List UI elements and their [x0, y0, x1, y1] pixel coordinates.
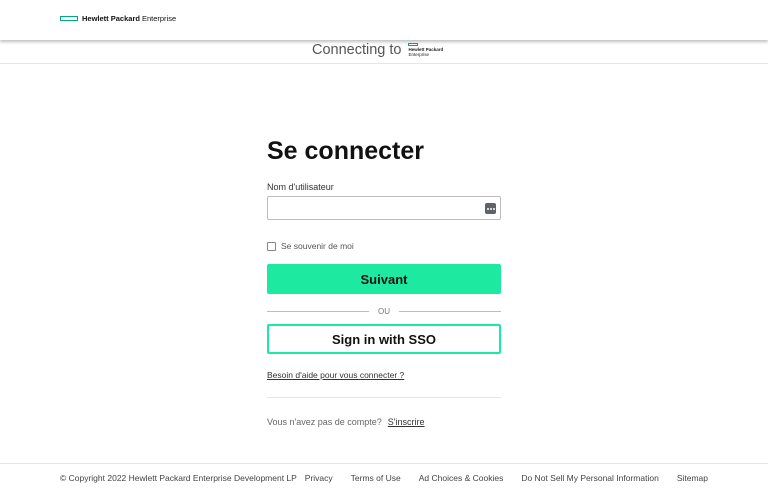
brand-name-bold: Hewlett Packard: [82, 14, 140, 23]
page-title: Se connecter: [267, 137, 425, 165]
next-button[interactable]: Suivant: [267, 264, 501, 294]
connecting-inner: Connecting to Hewlett Packard Enterprise: [312, 42, 443, 58]
hpe-element-small-icon: [408, 43, 419, 46]
username-field-wrapper: [267, 196, 501, 220]
dot: [489, 207, 492, 210]
signup-link[interactable]: S'inscrire: [388, 417, 425, 427]
brand-name-light: Enterprise: [141, 14, 177, 23]
top-header: Hewlett Packard Enterprise: [0, 0, 768, 40]
username-input[interactable]: [268, 197, 500, 219]
footer-links: Privacy Terms of Use Ad Choices & Cookie…: [287, 473, 708, 483]
or-divider: OU: [267, 305, 501, 317]
footer-link-privacy[interactable]: Privacy: [305, 473, 333, 483]
copyright-text: © Copyright 2022 Hewlett Packard Enterpr…: [60, 473, 297, 483]
footer-link-do-not-sell[interactable]: Do Not Sell My Personal Information: [521, 473, 658, 483]
remember-me-label[interactable]: Se souvenir de moi: [281, 241, 354, 251]
or-text: OU: [378, 306, 390, 316]
footer-link-ad-choices[interactable]: Ad Choices & Cookies: [419, 473, 504, 483]
dot: [486, 207, 489, 210]
remember-me-checkbox[interactable]: [267, 241, 276, 251]
no-account-text: Vous n'avez pas de compte?: [267, 417, 382, 427]
help-link[interactable]: Besoin d'aide pour vous connecter ?: [267, 370, 404, 380]
connecting-logo-line2: Enterprise: [408, 52, 429, 57]
connecting-logo: Hewlett Packard Enterprise: [408, 43, 443, 57]
signup-row: Vous n'avez pas de compte? S'inscrire: [267, 417, 425, 427]
hpe-element-icon: [60, 16, 78, 21]
username-label: Nom d'utilisateur: [267, 182, 334, 192]
hpe-logo[interactable]: Hewlett Packard Enterprise: [60, 14, 176, 23]
login-form: Se connecter Nom d'utilisateur Se souven…: [267, 135, 501, 427]
divider-line-right: [399, 310, 501, 312]
remember-me-row[interactable]: Se souvenir de moi: [267, 241, 354, 251]
footer-link-sitemap[interactable]: Sitemap: [677, 473, 708, 483]
dot: [492, 207, 495, 210]
footer: © Copyright 2022 Hewlett Packard Enterpr…: [0, 463, 768, 491]
password-manager-icon[interactable]: [485, 203, 496, 214]
footer-link-terms[interactable]: Terms of Use: [351, 473, 401, 483]
separator: [267, 397, 501, 398]
connecting-text: Connecting to: [312, 42, 402, 58]
connecting-banner: Connecting to Hewlett Packard Enterprise: [0, 40, 768, 64]
sso-button[interactable]: Sign in with SSO: [267, 324, 501, 354]
divider-line-left: [267, 310, 369, 312]
